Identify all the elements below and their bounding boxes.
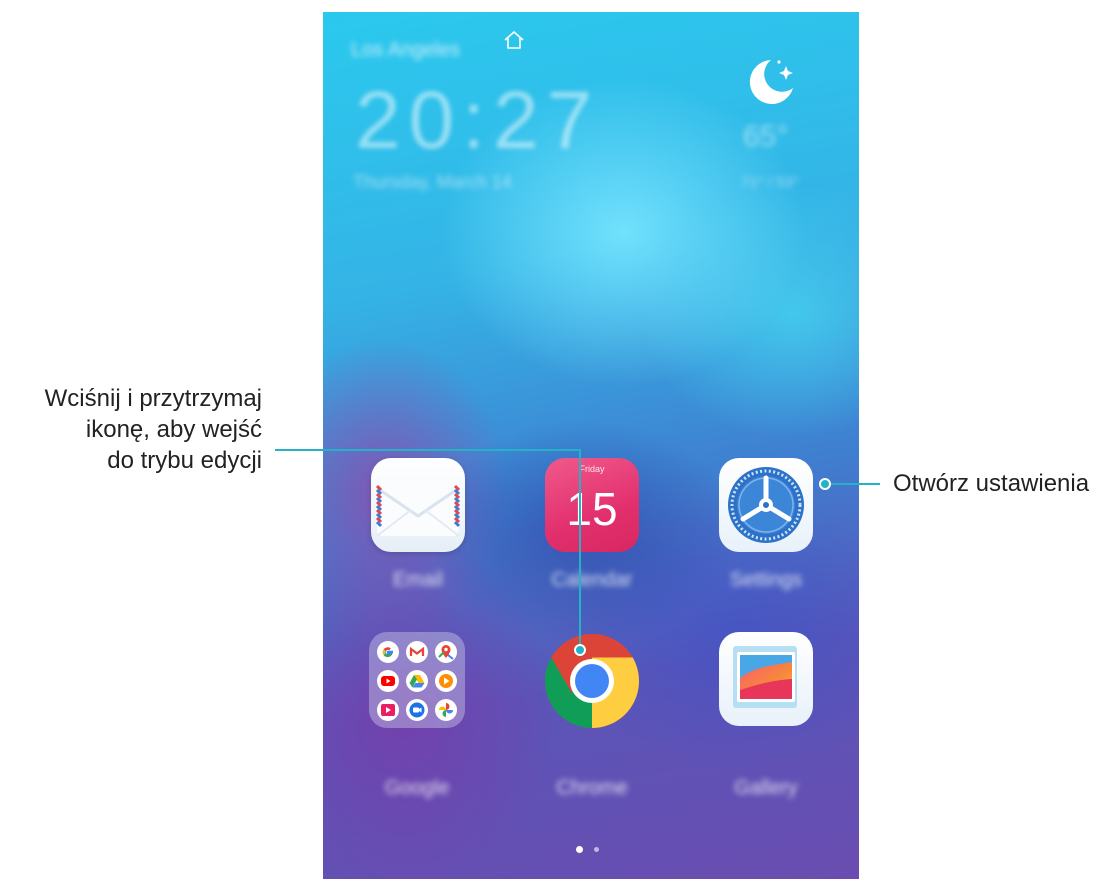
calendar-weekday: Friday	[579, 464, 605, 474]
youtube-icon	[377, 670, 399, 692]
settings-callout-line	[826, 483, 880, 485]
chrome-icon	[545, 634, 639, 728]
play-movies-icon	[377, 699, 399, 721]
widget-city: Los Angeles	[351, 39, 460, 61]
chrome-app-icon[interactable]	[543, 632, 641, 730]
widget-temp-range: 71° / 53°	[741, 174, 799, 191]
duo-icon	[406, 699, 428, 721]
gmail-icon	[406, 641, 428, 663]
gallery-app-label: Gallery	[734, 777, 798, 799]
settings-callout-text: Otwórz ustawienia	[893, 470, 1090, 497]
widget-date: Thursday, March 14	[353, 172, 512, 192]
play-music-icon	[435, 670, 457, 692]
calendar-day: 15	[566, 483, 618, 535]
google-folder-icon[interactable]	[369, 632, 465, 728]
chrome-callout-text: Wciśnij i przytrzymaj ikonę, aby wejść d…	[45, 383, 262, 476]
chrome-app-label: Chrome	[556, 777, 628, 799]
widget-clock[interactable]: 20:27	[355, 74, 600, 168]
home-screen: Los Angeles 20:27 Thursday, March 14 65°…	[323, 12, 859, 879]
chrome-callout-line-vertical	[579, 449, 581, 649]
calendar-app-icon[interactable]: Friday 15	[545, 458, 639, 552]
maps-icon	[435, 641, 457, 663]
settings-callout-dot	[819, 478, 831, 490]
night-weather-icon[interactable]	[741, 52, 801, 112]
chrome-callout-line-1: Wciśnij i przytrzymaj	[44, 385, 262, 412]
home-outline-icon	[504, 31, 524, 49]
settings-app-icon[interactable]	[719, 458, 813, 552]
chrome-callout-line-horizontal	[275, 449, 581, 451]
gallery-app-icon[interactable]	[719, 632, 813, 726]
google-folder-label: Google	[384, 777, 450, 799]
email-app-icon[interactable]	[371, 458, 465, 552]
gallery-icon	[733, 646, 797, 708]
settings-app-label: Settings	[729, 569, 803, 591]
page-dot-active	[576, 846, 583, 853]
chrome-callout-line-2: ikonę, aby wejść	[85, 416, 262, 443]
photos-icon	[435, 699, 457, 721]
chrome-callout-line-3: do trybu edycji	[107, 447, 262, 474]
chrome-callout-dot	[574, 644, 586, 656]
gear-icon	[728, 467, 804, 543]
google-g-icon	[377, 641, 399, 663]
drive-icon	[406, 670, 428, 692]
email-app-label: Email	[392, 569, 443, 591]
page-dot-inactive	[594, 847, 599, 852]
envelope-icon	[375, 480, 461, 537]
widget-temperature: 65°	[743, 120, 789, 153]
calendar-app-label: Calendar	[551, 569, 633, 591]
